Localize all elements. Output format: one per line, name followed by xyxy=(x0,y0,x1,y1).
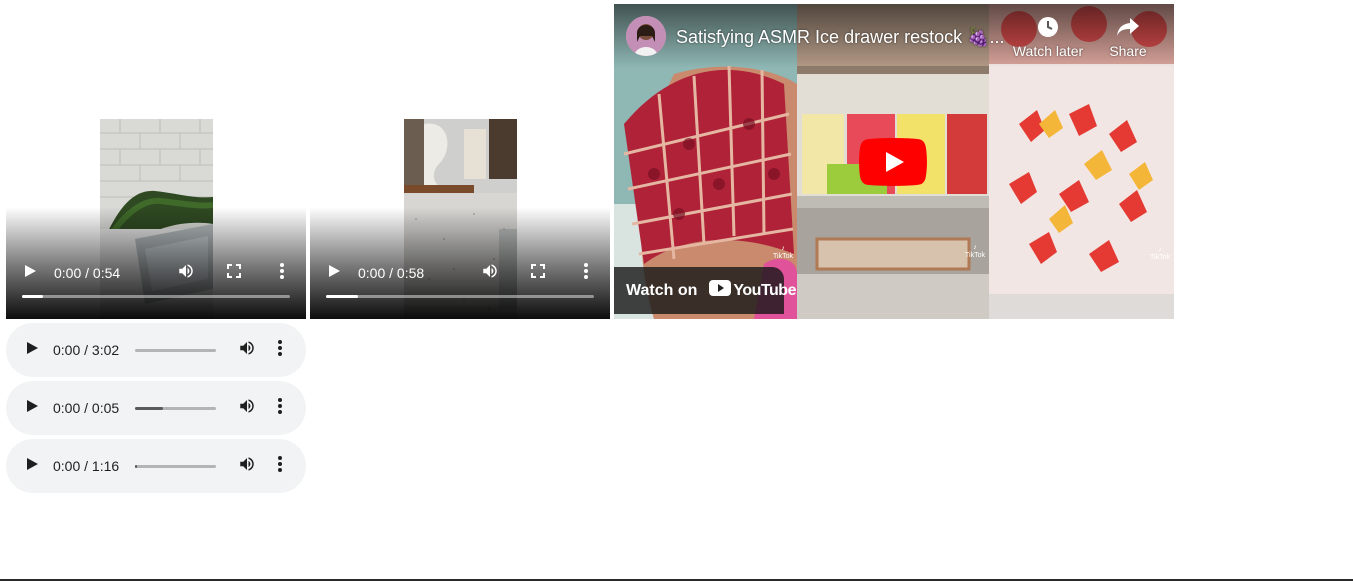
tiktok-logo-icon: ♪ xyxy=(781,245,785,252)
video-player-1[interactable]: 0:00 / 0:54 xyxy=(6,4,306,319)
tiktok-logo-icon: ♪ xyxy=(1158,246,1162,253)
seek-bar-fill xyxy=(135,465,137,468)
mute-button[interactable] xyxy=(476,259,504,287)
more-vert-icon xyxy=(278,339,282,361)
play-button[interactable] xyxy=(18,394,46,422)
watch-later-label: Watch later xyxy=(1012,43,1084,59)
more-vert-icon xyxy=(278,397,282,419)
mute-button[interactable] xyxy=(172,259,200,287)
fullscreen-button[interactable] xyxy=(524,259,552,287)
more-vert-icon xyxy=(280,262,284,284)
video-player-2[interactable]: 0:00 / 0:58 xyxy=(310,4,610,319)
youtube-play-button[interactable] xyxy=(859,138,927,186)
tiktok-logo-icon: ♪ xyxy=(973,244,977,251)
share-icon xyxy=(1116,18,1140,41)
mute-button[interactable] xyxy=(233,394,261,422)
more-options-button[interactable] xyxy=(266,452,294,480)
time-display: 0:00 / 0:05 xyxy=(53,400,120,416)
audio-player-1[interactable]: 0:00 / 3:02 xyxy=(6,323,306,377)
share-label: Share xyxy=(1109,43,1147,59)
seek-bar-fill xyxy=(326,295,359,298)
share-button[interactable]: Share xyxy=(1092,16,1164,59)
video-title[interactable]: Satisfying ASMR Ice drawer restock 🍇... xyxy=(676,27,1006,48)
play-button[interactable] xyxy=(16,259,44,287)
play-icon xyxy=(26,399,39,418)
tiktok-watermark: ♪ TikTok xyxy=(773,245,793,260)
play-button[interactable] xyxy=(18,452,46,480)
volume-icon xyxy=(177,262,195,285)
time-display: 0:00 / 0:58 xyxy=(358,265,425,281)
more-options-button[interactable] xyxy=(572,259,600,287)
watch-on-youtube-button[interactable]: Watch on YouTube xyxy=(614,267,796,314)
fullscreen-icon xyxy=(227,263,241,283)
volume-icon xyxy=(238,455,256,478)
volume-icon xyxy=(238,397,256,420)
volume-icon xyxy=(238,339,256,362)
seek-bar[interactable] xyxy=(326,295,594,298)
play-icon xyxy=(327,264,341,283)
seek-bar-fill xyxy=(22,295,44,298)
play-icon xyxy=(26,457,39,476)
play-icon xyxy=(23,264,37,283)
audio-player-3[interactable]: 0:00 / 1:16 xyxy=(6,439,306,493)
time-display: 0:00 / 0:54 xyxy=(54,265,121,281)
watch-on-label: Watch on xyxy=(626,281,698,299)
more-options-button[interactable] xyxy=(268,259,296,287)
time-display: 0:00 / 3:02 xyxy=(53,342,120,358)
mute-button[interactable] xyxy=(233,452,261,480)
play-button[interactable] xyxy=(320,259,348,287)
audio-player-2[interactable]: 0:00 / 0:05 xyxy=(6,381,306,435)
more-vert-icon xyxy=(278,455,282,477)
fullscreen-icon xyxy=(531,263,545,283)
video-controls: 0:00 / 0:54 xyxy=(6,249,306,319)
play-icon xyxy=(26,341,39,360)
volume-icon xyxy=(481,262,499,285)
video-controls: 0:00 / 0:58 xyxy=(310,249,610,319)
seek-bar[interactable] xyxy=(22,295,290,298)
youtube-embed[interactable]: ♪ TikTok ♪ TikTok ♪ TikTok Satisfying AS… xyxy=(614,4,1174,319)
mute-button[interactable] xyxy=(233,336,261,364)
seek-bar-fill xyxy=(135,407,163,410)
more-options-button[interactable] xyxy=(266,394,294,422)
more-vert-icon xyxy=(584,262,588,284)
channel-avatar[interactable] xyxy=(626,16,666,56)
youtube-logo: YouTube xyxy=(709,280,796,301)
play-button[interactable] xyxy=(18,336,46,364)
clock-icon xyxy=(1037,17,1059,41)
seek-bar[interactable] xyxy=(135,407,216,410)
time-display: 0:00 / 1:16 xyxy=(53,458,120,474)
tiktok-watermark: ♪ TikTok xyxy=(965,244,985,259)
youtube-logo-word: YouTube xyxy=(733,281,796,299)
seek-bar[interactable] xyxy=(135,465,216,468)
watch-later-button[interactable]: Watch later xyxy=(1012,16,1084,59)
more-options-button[interactable] xyxy=(266,336,294,364)
seek-bar[interactable] xyxy=(135,349,216,352)
fullscreen-button[interactable] xyxy=(220,259,248,287)
tiktok-watermark: ♪ TikTok xyxy=(1150,246,1170,261)
youtube-logo-icon xyxy=(709,280,732,301)
